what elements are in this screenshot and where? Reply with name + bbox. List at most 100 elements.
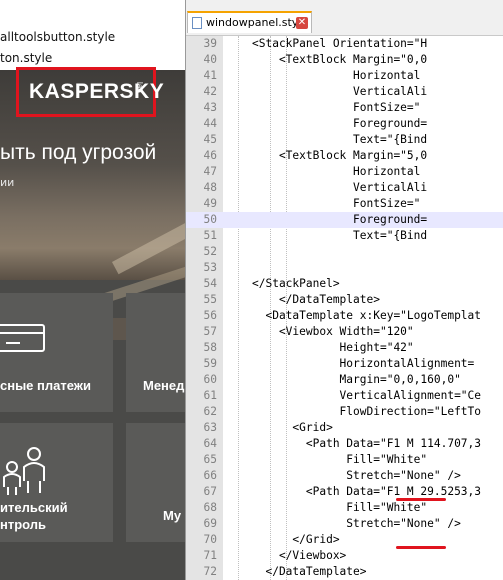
line-number: 53 xyxy=(203,261,217,274)
kaspersky-app-panel: alltoolsbutton.style ton.style KASPERSKY… xyxy=(0,0,185,580)
line-number: 63 xyxy=(203,421,217,434)
code-line[interactable]: 51 Text="{Bind xyxy=(186,228,503,244)
line-number: 43 xyxy=(203,101,217,114)
status-title: ыть под угрозой xyxy=(0,141,157,164)
code-line[interactable]: 45 Text="{Bind xyxy=(186,132,503,148)
file-list-item[interactable]: ton.style xyxy=(0,51,52,65)
tile-manager[interactable]: Менед xyxy=(126,293,185,412)
line-number: 50 xyxy=(203,213,217,226)
code-text: <Viewbox Width="120" xyxy=(252,325,414,338)
code-text: Height="42" xyxy=(252,341,414,354)
line-number: 45 xyxy=(203,133,217,146)
code-line[interactable]: 55 </DataTemplate> xyxy=(186,292,503,308)
code-line[interactable]: 72 </DataTemplate> xyxy=(186,564,503,580)
code-line[interactable]: 42 VerticalAli xyxy=(186,84,503,100)
code-text: </DataTemplate> xyxy=(252,293,380,306)
line-number: 68 xyxy=(203,501,217,514)
line-number: 52 xyxy=(203,245,217,258)
code-text: FlowDirection="LeftTo xyxy=(252,405,482,418)
code-text: HorizontalAlignment= xyxy=(252,357,475,370)
line-number: 46 xyxy=(203,149,217,162)
code-line[interactable]: 59 HorizontalAlignment= xyxy=(186,356,503,372)
line-number: 54 xyxy=(203,277,217,290)
code-line[interactable]: 67 <Path Data="F1 M 29.5253,3 xyxy=(186,484,503,500)
code-line[interactable]: 69 Stretch="None" /> xyxy=(186,516,503,532)
code-text: Foreground= xyxy=(252,213,428,226)
line-number: 56 xyxy=(203,309,217,322)
code-text: Horizontal xyxy=(252,69,421,82)
code-line[interactable]: 43 FontSize=" xyxy=(186,100,503,116)
code-text: Horizontal xyxy=(252,165,421,178)
code-line[interactable]: 40 <TextBlock Margin="0,0 xyxy=(186,52,503,68)
code-line[interactable]: 50 Foreground= xyxy=(186,212,503,228)
code-text: VerticalAli xyxy=(252,85,428,98)
code-text: <Path Data="F1 M 114.707,3 xyxy=(252,437,482,450)
code-text: </DataTemplate> xyxy=(252,565,367,578)
tab-bar: windowpanel.style ✕ xyxy=(186,0,503,36)
code-line[interactable]: 65 Fill="White" xyxy=(186,452,503,468)
code-line[interactable]: 60 Margin="0,0,160,0" xyxy=(186,372,503,388)
code-line[interactable]: 56 <DataTemplate x:Key="LogoTemplat xyxy=(186,308,503,324)
line-number: 39 xyxy=(203,37,217,50)
tab-label: windowpanel.style xyxy=(206,16,309,29)
code-text: Fill="White" xyxy=(252,453,428,466)
line-number: 40 xyxy=(203,53,217,66)
code-line[interactable]: 62 FlowDirection="LeftTo xyxy=(186,404,503,420)
line-number: 49 xyxy=(203,197,217,210)
code-text: Margin="0,0,160,0" xyxy=(252,373,461,386)
code-line[interactable]: 61 VerticalAlignment="Ce xyxy=(186,388,503,404)
tile-more[interactable]: Му xyxy=(126,423,185,542)
code-text: Foreground= xyxy=(252,117,428,130)
tile-label: Му xyxy=(163,508,182,523)
file-list: alltoolsbutton.style ton.style xyxy=(0,0,185,71)
code-line[interactable]: 46 <TextBlock Margin="5,0 xyxy=(186,148,503,164)
file-list-item[interactable]: alltoolsbutton.style xyxy=(0,30,115,44)
code-line[interactable]: 47 Horizontal xyxy=(186,164,503,180)
tile-label: Менед xyxy=(143,378,185,393)
code-line[interactable]: 39 <StackPanel Orientation="H xyxy=(186,36,503,52)
code-text: <Grid> xyxy=(252,421,333,434)
code-text: <TextBlock Margin="0,0 xyxy=(252,53,428,66)
line-number: 72 xyxy=(203,565,217,578)
line-number: 60 xyxy=(203,373,217,386)
code-line[interactable]: 49 FontSize=" xyxy=(186,196,503,212)
code-text: Text="{Bind xyxy=(252,133,428,146)
code-line[interactable]: 66 Stretch="None" /> xyxy=(186,468,503,484)
code-area[interactable]: 39 <StackPanel Orientation="H 40 <TextBloc… xyxy=(186,36,503,580)
line-number: 41 xyxy=(203,69,217,82)
line-number: 59 xyxy=(203,357,217,370)
code-line[interactable]: 48 VerticalAli xyxy=(186,180,503,196)
status-subtitle[interactable]: ии xyxy=(0,176,14,189)
tile-safe-payments[interactable]: сные платежи xyxy=(0,293,113,412)
line-number: 62 xyxy=(203,405,217,418)
red-underline-annotation xyxy=(396,546,446,549)
line-number: 51 xyxy=(203,229,217,242)
code-text: <TextBlock Margin="5,0 xyxy=(252,149,428,162)
code-line[interactable]: 54 </StackPanel> xyxy=(186,276,503,292)
code-line[interactable]: 71 </Viewbox> xyxy=(186,548,503,564)
code-text: VerticalAlignment="Ce xyxy=(252,389,482,402)
code-line[interactable]: 68 Fill="White" xyxy=(186,500,503,516)
line-number: 55 xyxy=(203,293,217,306)
code-line[interactable]: 41 Horizontal xyxy=(186,68,503,84)
code-text: FontSize=" xyxy=(252,197,421,210)
code-line[interactable]: 63 <Grid> xyxy=(186,420,503,436)
code-line[interactable]: 52 xyxy=(186,244,503,260)
code-line[interactable]: 53 xyxy=(186,260,503,276)
code-line[interactable]: 70 </Grid> xyxy=(186,532,503,548)
line-number: 64 xyxy=(203,437,217,450)
tab-windowpanel-style[interactable]: windowpanel.style ✕ xyxy=(187,11,312,33)
tile-label: ительский xyxy=(0,500,68,515)
logo-lab-text: lab xyxy=(135,82,144,93)
line-number: 70 xyxy=(203,533,217,546)
code-line[interactable]: 44 Foreground= xyxy=(186,116,503,132)
line-number: 58 xyxy=(203,341,217,354)
code-text: </Grid> xyxy=(252,533,340,546)
close-icon[interactable]: ✕ xyxy=(296,17,308,29)
line-number: 69 xyxy=(203,517,217,530)
tile-parental-control[interactable]: ительский нтроль xyxy=(0,423,113,542)
code-line[interactable]: 57 <Viewbox Width="120" xyxy=(186,324,503,340)
line-number: 61 xyxy=(203,389,217,402)
code-line[interactable]: 58 Height="42" xyxy=(186,340,503,356)
code-line[interactable]: 64 <Path Data="F1 M 114.707,3 xyxy=(186,436,503,452)
